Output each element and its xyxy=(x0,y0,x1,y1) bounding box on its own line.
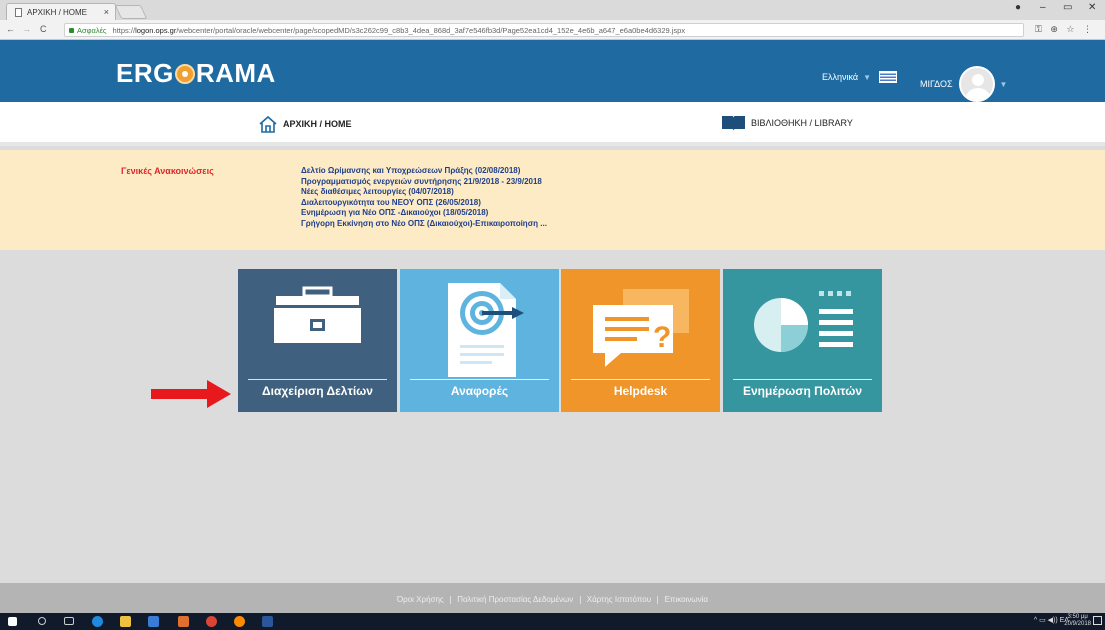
os-taskbar: ^ ▭ ◀)) ΕΛ 3:50 μμ 20/9/2018 xyxy=(0,613,1105,630)
logo-text-left: ERG xyxy=(116,58,174,88)
secure-label: Ασφαλές xyxy=(77,25,107,35)
user-name: ΜΙΓΔΟΣ xyxy=(920,79,953,89)
address-bar-row: ← → C Ασφαλές https:// logon.ops.gr /web… xyxy=(0,20,1105,40)
tile-label: Αναφορές xyxy=(450,384,509,398)
back-icon[interactable]: ← xyxy=(6,24,15,34)
clock[interactable]: 3:50 μμ 20/9/2018 xyxy=(1064,614,1091,628)
browser-tab-strip: ΑΡΧΙΚΗ / HOME × ● – ▭ ✕ xyxy=(0,0,1105,20)
url-host: logon.ops.gr xyxy=(135,25,177,35)
logo-text-right: RAMA xyxy=(195,58,276,88)
close-window-icon[interactable]: ✕ xyxy=(1088,2,1096,13)
tile-divider xyxy=(410,379,549,380)
account-icon[interactable]: ● xyxy=(1015,2,1021,13)
firefox-icon[interactable] xyxy=(234,616,245,627)
announcement-link[interactable]: Προγραμματισμός ενεργειών συντήρησης 21/… xyxy=(301,177,547,188)
chat-question-icon: ? xyxy=(593,289,689,367)
footer-links: Όροι Χρήσης Πολιτική Προστασίας Δεδομένω… xyxy=(0,595,1105,604)
tile-label: Διαχείριση Δελτίων xyxy=(262,384,373,398)
tile-label: Ενημέρωση Πολιτών xyxy=(742,384,863,398)
store-icon[interactable] xyxy=(148,616,159,627)
announcements-list: Δελτίο Ωρίμανσης και Υποχρεώσεων Πράξης … xyxy=(301,166,547,229)
restore-icon[interactable]: ▭ xyxy=(1063,2,1072,13)
tab-close-icon[interactable]: × xyxy=(104,7,109,17)
announcements-title: Γενικές Ανακοινώσεις xyxy=(121,166,214,176)
minimize-icon[interactable]: – xyxy=(1040,2,1046,13)
search-icon[interactable] xyxy=(38,617,46,625)
tile-citizen-info[interactable]: Ενημέρωση Πολιτών xyxy=(723,269,882,412)
greek-flag-icon xyxy=(879,71,898,83)
announcement-link[interactable]: Ενημέρωση για Νέο ΟΠΣ -Δικαιούχοι (18/05… xyxy=(301,208,547,219)
url-prefix: https:// xyxy=(112,25,136,35)
browser-tab[interactable]: ΑΡΧΙΚΗ / HOME × xyxy=(6,3,116,20)
announcement-link[interactable]: Διαλειτουργικότητα του ΝΕΟΥ ΟΠΣ (26/05/2… xyxy=(301,198,547,209)
tile-divider xyxy=(248,379,387,380)
tile-label: Helpdesk xyxy=(613,384,668,398)
tile-helpdesk[interactable]: ? Helpdesk xyxy=(561,269,720,412)
tile-divider xyxy=(733,379,872,380)
svg-text:?: ? xyxy=(653,321,671,354)
chrome-icon[interactable] xyxy=(206,616,217,627)
tile-manage-reports[interactable]: Διαχείριση Δελτίων xyxy=(238,269,397,412)
page-icon xyxy=(15,7,22,17)
windows-start-icon[interactable] xyxy=(8,617,17,626)
tile-reports[interactable]: Αναφορές xyxy=(400,269,559,412)
footer-divider xyxy=(450,595,451,604)
app-header: ERG RAMA Ελληνικά ▼ ΜΙΓΔΟΣ ▼ xyxy=(0,40,1105,102)
forward-icon[interactable]: → xyxy=(22,24,31,34)
clock-time: 3:50 μμ xyxy=(1067,614,1088,620)
nav-home-link[interactable]: ΑΡΧΙΚΗ / HOME xyxy=(258,115,352,133)
logo-o-icon xyxy=(174,63,195,84)
file-explorer-icon[interactable] xyxy=(120,616,131,627)
home-icon xyxy=(259,115,277,133)
report-target-icon xyxy=(448,283,524,377)
footer-link-terms[interactable]: Όροι Χρήσης xyxy=(397,595,444,604)
url-input[interactable]: Ασφαλές https:// logon.ops.gr /webcenter… xyxy=(64,23,1024,37)
tab-title: ΑΡΧΙΚΗ / HOME xyxy=(27,7,88,17)
footer-link-contact[interactable]: Επικοινωνία xyxy=(665,595,708,604)
task-view-icon[interactable] xyxy=(64,617,74,625)
notification-icon[interactable] xyxy=(1093,616,1102,625)
avatar xyxy=(958,66,995,102)
language-selector[interactable]: Ελληνικά ▼ xyxy=(822,71,898,83)
footer-divider xyxy=(657,595,659,604)
announcements-panel: Γενικές Ανακοινώσεις Δελτίο Ωρίμανσης κα… xyxy=(0,150,1105,250)
book-icon xyxy=(722,116,745,131)
user-menu[interactable]: ΜΙΓΔΟΣ ▼ xyxy=(920,66,1007,102)
footer-link-privacy[interactable]: Πολιτική Προστασίας Δεδομένων xyxy=(457,595,573,604)
pie-chart-list-icon xyxy=(754,291,853,352)
ergorama-logo[interactable]: ERG RAMA xyxy=(116,58,276,89)
reload-icon[interactable]: C xyxy=(40,24,47,34)
nav-library-label: ΒΙΒΛΙΟΘΗΚΗ / LIBRARY xyxy=(751,118,853,128)
red-arrow-icon xyxy=(151,380,231,408)
footer-divider xyxy=(579,595,581,604)
url-path: /webcenter/portal/oracle/webcenter/page/… xyxy=(176,25,686,35)
edge-icon[interactable] xyxy=(92,616,103,627)
tile-divider xyxy=(571,379,710,380)
chevron-down-icon: ▼ xyxy=(999,79,1008,89)
announcement-link[interactable]: Νέες διαθέσιμες λειτουργίες (04/07/2018) xyxy=(301,187,547,198)
word-icon[interactable] xyxy=(262,616,273,627)
address-bar-icons[interactable]: ⚿ ⊕ ☆ ⋮ xyxy=(1035,24,1095,35)
main-nav: ΑΡΧΙΚΗ / HOME ΒΙΒΛΙΟΘΗΚΗ / LIBRARY xyxy=(0,102,1105,146)
nav-library-link[interactable]: ΒΙΒΛΙΟΘΗΚΗ / LIBRARY xyxy=(721,115,853,131)
clock-date: 20/9/2018 xyxy=(1064,621,1091,627)
footer-link-sitemap[interactable]: Χάρτης Ιστοτόπου xyxy=(587,595,651,604)
chevron-down-icon: ▼ xyxy=(863,72,872,82)
language-label: Ελληνικά xyxy=(822,72,859,82)
announcement-link[interactable]: Δελτίο Ωρίμανσης και Υποχρεώσεων Πράξης … xyxy=(301,166,547,177)
page-footer: Όροι Χρήσης Πολιτική Προστασίας Δεδομένω… xyxy=(0,583,1105,613)
new-tab-button[interactable] xyxy=(114,5,148,19)
announcement-link[interactable]: Γρήγορη Εκκίνηση στο Νέο ΟΠΣ (Δικαιούχοι… xyxy=(301,219,547,230)
nav-home-label: ΑΡΧΙΚΗ / HOME xyxy=(283,119,352,129)
briefcase-icon xyxy=(274,286,361,343)
app-icon[interactable] xyxy=(178,616,189,627)
lock-icon xyxy=(69,27,74,33)
